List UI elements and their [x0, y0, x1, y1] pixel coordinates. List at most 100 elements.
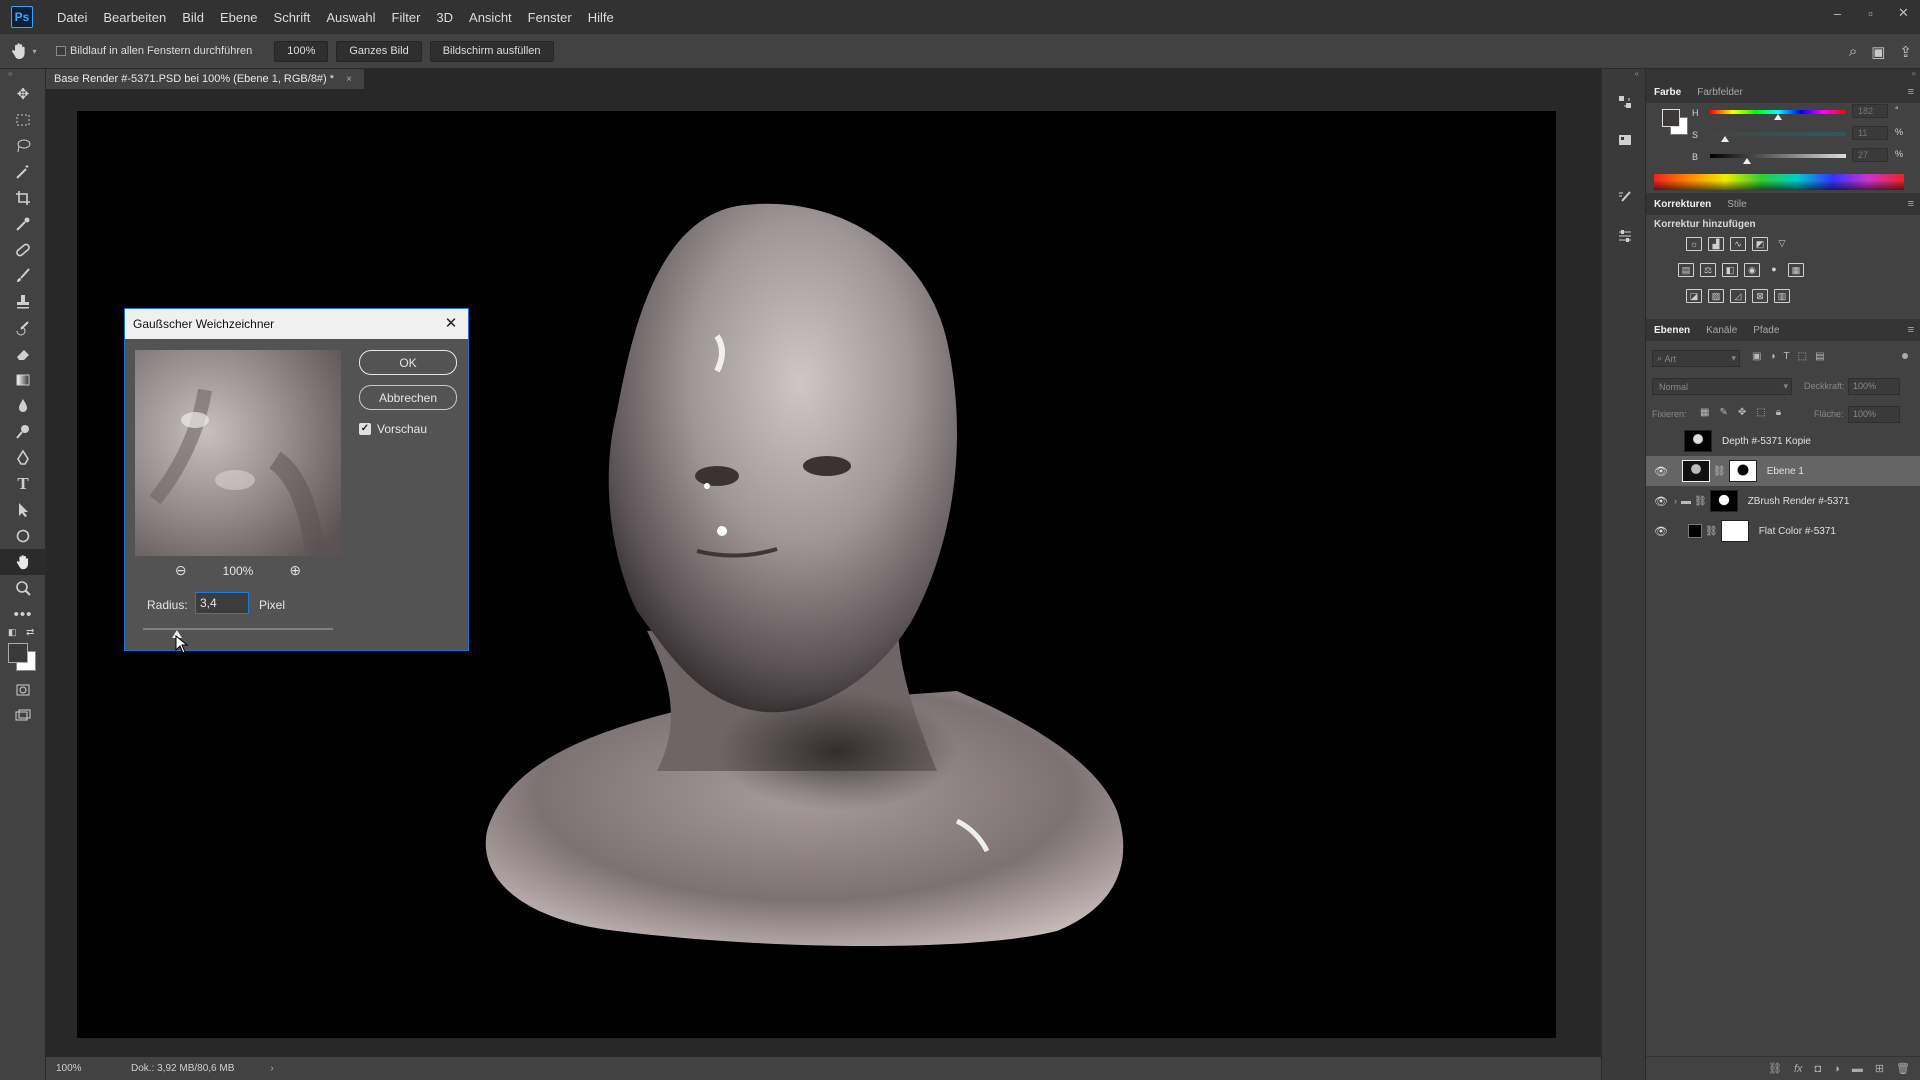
share-icon[interactable]: ⇪: [1899, 43, 1912, 61]
filter-adjustment-icon[interactable]: ◑: [1769, 351, 1775, 362]
gradient-tool-icon[interactable]: [0, 367, 46, 393]
layer-row[interactable]: Depth #-5371 Kopie: [1646, 426, 1920, 456]
more-tools-icon[interactable]: •••: [0, 601, 46, 627]
zoom-in-icon[interactable]: ⊕: [289, 562, 301, 579]
brightness-value-field[interactable]: 27: [1852, 148, 1888, 162]
filter-toggle-icon[interactable]: [1902, 353, 1908, 359]
fg-color-chip[interactable]: [1662, 109, 1680, 127]
maximize-icon[interactable]: ▫: [1854, 0, 1887, 26]
lasso-tool-icon[interactable]: [0, 133, 46, 159]
properties-panel-icon[interactable]: [1602, 121, 1647, 159]
brightness-slider-thumb[interactable]: [1742, 158, 1751, 164]
scroll-all-windows-checkbox[interactable]: Bildlauf in allen Fenstern durchführen: [56, 45, 252, 57]
eye-icon[interactable]: 👁︎: [1654, 465, 1668, 478]
tab-ebenen[interactable]: Ebenen: [1646, 325, 1698, 336]
quick-mask-icon[interactable]: [0, 677, 46, 703]
magic-wand-tool-icon[interactable]: [0, 159, 46, 185]
tab-pfade[interactable]: Pfade: [1745, 325, 1787, 336]
curves-icon[interactable]: ∿: [1730, 237, 1746, 251]
lock-position-icon[interactable]: ✥: [1738, 407, 1746, 418]
layer-row[interactable]: 👁︎ ⛓︎ Flat Color #-5371: [1646, 516, 1920, 546]
new-layer-icon[interactable]: ⊞: [1875, 1062, 1884, 1075]
layer-row[interactable]: 👁︎ › ▬ ⛓︎ ZBrush Render #-5371: [1646, 486, 1920, 516]
opacity-field[interactable]: 100%: [1848, 378, 1900, 395]
trash-icon[interactable]: 🗑︎: [1896, 1062, 1910, 1075]
close-icon[interactable]: ✕: [442, 314, 460, 332]
vibrance-icon[interactable]: ▽: [1774, 237, 1790, 251]
status-zoom[interactable]: 100%: [56, 1063, 106, 1074]
brightness-contrast-icon[interactable]: ☼: [1686, 237, 1702, 251]
link-layers-icon[interactable]: ⛓︎: [1768, 1062, 1782, 1075]
path-selection-tool-icon[interactable]: [0, 497, 46, 523]
add-mask-icon[interactable]: ◘: [1815, 1063, 1822, 1075]
document-tab[interactable]: Base Render #-5371.PSD bei 100% (Ebene 1…: [46, 69, 364, 89]
blur-preview[interactable]: [135, 350, 341, 556]
photo-filter-icon[interactable]: ◉: [1744, 263, 1760, 277]
move-tool-icon[interactable]: ✥: [0, 81, 46, 107]
tab-stile[interactable]: Stile: [1719, 199, 1754, 210]
layer-mask-thumbnail[interactable]: [1728, 460, 1757, 482]
photoshop-logo-icon[interactable]: Ps: [11, 6, 33, 28]
menu-item-3d[interactable]: 3D: [428, 10, 461, 25]
type-tool-icon[interactable]: T: [0, 471, 46, 497]
foreground-color-swatch[interactable]: [8, 643, 28, 663]
status-menu-arrow-icon[interactable]: ›: [270, 1063, 273, 1074]
tab-kanaele[interactable]: Kanäle: [1698, 325, 1745, 336]
fill-screen-button[interactable]: Bildschirm ausfüllen: [429, 40, 554, 62]
menu-item-bild[interactable]: Bild: [174, 10, 212, 25]
clone-stamp-tool-icon[interactable]: [0, 289, 46, 315]
hue-slider-thumb[interactable]: [1774, 114, 1782, 120]
search-icon[interactable]: ⌕: [1849, 43, 1857, 60]
tab-farbfelder[interactable]: Farbfelder: [1689, 87, 1751, 98]
history-panel-icon[interactable]: [1602, 83, 1647, 121]
menu-item-filter[interactable]: Filter: [384, 10, 429, 25]
blur-tool-icon[interactable]: [0, 393, 46, 419]
dodge-tool-icon[interactable]: [0, 419, 46, 445]
preview-checkbox[interactable]: ✓: [359, 423, 371, 435]
minimize-icon[interactable]: –: [1821, 0, 1854, 26]
exposure-icon[interactable]: ◩: [1752, 237, 1768, 251]
gradient-map-icon[interactable]: ▥: [1774, 289, 1790, 303]
black-white-icon[interactable]: ◧: [1722, 263, 1738, 277]
menu-item-schrift[interactable]: Schrift: [266, 10, 319, 25]
invert-icon[interactable]: ◪: [1686, 289, 1702, 303]
chevron-right-icon[interactable]: ›: [1674, 496, 1677, 506]
filter-shape-icon[interactable]: ⬚: [1798, 351, 1807, 362]
tab-korrekturen[interactable]: Korrekturen: [1646, 199, 1719, 210]
ellipse-tool-icon[interactable]: [0, 523, 46, 549]
screen-mode-icon[interactable]: [0, 703, 46, 729]
workspace-icon[interactable]: ▣: [1871, 43, 1885, 61]
layers-panel-menu-icon[interactable]: ≡: [1908, 324, 1914, 336]
hand-tool-icon[interactable]: [0, 549, 46, 575]
history-brush-tool-icon[interactable]: [0, 315, 46, 341]
hand-tool-preset-icon[interactable]: ▾: [0, 41, 46, 61]
toolbar-collapse-icon[interactable]: »: [0, 69, 45, 81]
eraser-tool-icon[interactable]: [0, 341, 46, 367]
adjustment-settings-icon[interactable]: [1602, 217, 1647, 255]
preview-checkbox-row[interactable]: ✓ Vorschau: [359, 422, 427, 436]
eyedropper-tool-icon[interactable]: [0, 211, 46, 237]
menu-item-hilfe[interactable]: Hilfe: [580, 10, 622, 25]
panels-collapse-icon[interactable]: »: [1646, 69, 1920, 81]
layer-row-selected[interactable]: 👁︎ ⛓︎ Ebene 1: [1646, 456, 1920, 486]
tab-farbe[interactable]: Farbe: [1646, 87, 1689, 98]
threshold-icon[interactable]: ◿: [1730, 289, 1746, 303]
zoom-tool-icon[interactable]: [0, 575, 46, 601]
color-balance-icon[interactable]: ⚖: [1700, 263, 1716, 277]
brightness-slider[interactable]: [1710, 154, 1846, 158]
menu-item-bearbeiten[interactable]: Bearbeiten: [95, 10, 174, 25]
eye-icon[interactable]: 👁︎: [1654, 495, 1668, 508]
fill-field[interactable]: 100%: [1848, 406, 1900, 423]
strip-collapse-icon[interactable]: «: [1602, 69, 1645, 83]
saturation-slider-thumb[interactable]: [1720, 136, 1729, 142]
saturation-value-field[interactable]: 11: [1852, 126, 1888, 140]
new-group-icon[interactable]: ▬: [1852, 1063, 1863, 1075]
layer-mask-thumbnail[interactable]: [1709, 490, 1738, 512]
new-adjustment-icon[interactable]: ◑: [1833, 1063, 1840, 1075]
zoom-100-button[interactable]: 100%: [274, 40, 329, 62]
brush-settings-icon[interactable]: [1602, 179, 1647, 217]
swap-colors-icon[interactable]: ⇄: [26, 627, 34, 638]
close-window-icon[interactable]: ✕: [1887, 0, 1920, 26]
menu-item-datei[interactable]: Datei: [49, 10, 95, 25]
posterize-icon[interactable]: ▨: [1708, 289, 1724, 303]
